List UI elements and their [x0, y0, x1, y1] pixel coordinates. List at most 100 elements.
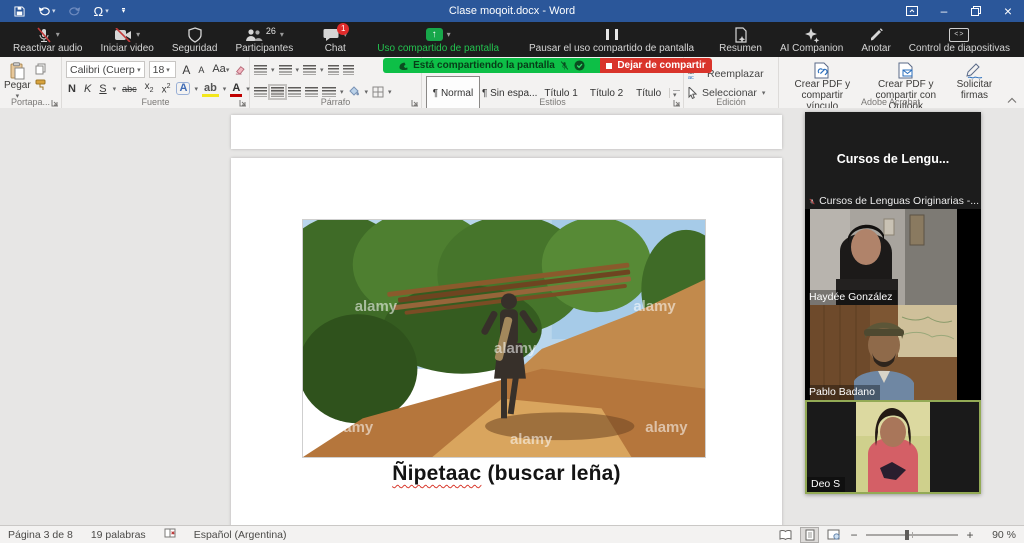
screen-share-title: Cursos de Lengu... — [805, 152, 981, 166]
video-tile-deo-active-speaker[interactable]: Deo S — [805, 400, 981, 494]
muted-mic-indicator-icon — [809, 196, 815, 207]
text-effects-button[interactable]: A — [176, 82, 190, 95]
unmute-audio-button[interactable]: ▾ Reactivar audio — [4, 22, 91, 57]
document-page-previous[interactable] — [231, 115, 782, 149]
apps-button[interactable]: ▾ Aplicaciones — [1019, 22, 1024, 57]
symbol-dropdown[interactable]: ▾ — [105, 8, 109, 15]
underline-button[interactable]: S — [97, 82, 108, 96]
align-center-icon[interactable] — [271, 87, 284, 97]
chat-button[interactable]: ▾ 1 Chat — [307, 22, 363, 57]
proofing-status-button[interactable] — [155, 527, 185, 542]
pause-share-button[interactable]: Pausar el uso compartido de pantalla — [513, 22, 710, 57]
paste-button[interactable]: Pegar ▾ — [4, 59, 31, 102]
participants-chevron[interactable]: ▾ — [280, 30, 284, 39]
slide-control-button[interactable]: <> Control de diapositivas — [900, 22, 1019, 57]
borders-icon[interactable] — [372, 86, 384, 98]
video-tile-haydee[interactable]: Haydée González — [805, 209, 981, 305]
font-dialog-launcher[interactable] — [239, 99, 247, 107]
participants-button[interactable]: 26 ▾ Participantes — [226, 22, 307, 57]
styles-dialog-launcher[interactable] — [673, 99, 681, 107]
minimize-button[interactable]: – — [928, 0, 960, 22]
watermark: alamy — [510, 432, 553, 448]
redo-button[interactable] — [69, 6, 81, 17]
numbered-list-icon[interactable] — [279, 65, 292, 75]
video-options-chevron[interactable]: ▾ — [136, 30, 140, 39]
highlight-button[interactable]: ab — [202, 83, 219, 94]
language-indicator[interactable]: Español (Argentina) — [185, 529, 296, 541]
annotate-button[interactable]: Anotar — [852, 22, 899, 57]
format-painter-icon[interactable] — [35, 79, 48, 91]
clear-formatting-icon[interactable] — [235, 64, 246, 76]
document-canvas[interactable]: alamy alamy alamy alamy alamy alamy Ñipe… — [0, 108, 1024, 526]
zoom-slider-thumb[interactable] — [905, 530, 909, 540]
omega-icon: Ω — [94, 5, 104, 18]
font-size-select[interactable]: 18▾ — [149, 61, 177, 78]
increase-indent-icon[interactable] — [343, 65, 354, 75]
security-button[interactable]: Seguridad — [163, 22, 227, 57]
slide-control-icon: <> — [949, 28, 969, 42]
align-left-icon[interactable] — [254, 87, 267, 97]
save-button[interactable] — [14, 6, 25, 17]
highlight-dropdown[interactable]: ▾ — [223, 85, 227, 93]
select-dropdown[interactable]: ▾ — [762, 89, 766, 97]
word-count[interactable]: 19 palabras — [82, 529, 155, 541]
web-layout-button[interactable] — [825, 528, 842, 542]
font-color-button[interactable]: A — [230, 83, 242, 94]
clipboard-dialog-launcher[interactable] — [51, 99, 59, 107]
customize-qat-button[interactable]: ▾ — [122, 8, 126, 15]
svg-text:ac: ac — [688, 75, 694, 79]
ai-companion-button[interactable]: AI Companion — [771, 22, 852, 57]
caption-rest[interactable]: (buscar leña) — [487, 462, 620, 485]
undo-dropdown[interactable]: ▾ — [52, 8, 56, 15]
video-tile-pablo[interactable]: Pablo Badano — [805, 305, 981, 400]
zoom-percentage[interactable]: 90 % — [982, 529, 1016, 541]
symbol-button[interactable]: Ω ▾ — [94, 5, 109, 18]
shading-icon[interactable] — [348, 86, 361, 98]
zoom-in-button[interactable]: + — [965, 528, 975, 542]
page-indicator[interactable]: Página 3 de 8 — [8, 529, 82, 541]
change-case-button[interactable]: Aa▾ — [210, 62, 231, 78]
start-video-button[interactable]: ▾ Iniciar video — [91, 22, 162, 57]
shrink-font-button[interactable]: A — [196, 63, 206, 77]
strikethrough-button[interactable]: abc — [120, 82, 139, 96]
screen-share-preview-tile[interactable]: Cursos de Lengu... Cursos de Lenguas Ori… — [805, 112, 981, 209]
bullet-list-icon[interactable] — [254, 65, 267, 75]
bold-button[interactable]: N — [66, 82, 78, 96]
summary-button[interactable]: Resumen — [710, 22, 771, 57]
underline-dropdown[interactable]: ▾ — [113, 85, 117, 93]
caption-misspelled-word[interactable]: Ñipetaac — [392, 462, 481, 485]
align-right-icon[interactable] — [288, 87, 301, 97]
superscript-button[interactable]: x2 — [160, 80, 173, 97]
document-photo[interactable]: alamy alamy alamy alamy alamy alamy — [302, 219, 706, 458]
document-caption[interactable]: Ñipetaac (buscar leña) — [231, 462, 782, 486]
paragraph-dialog-launcher[interactable] — [411, 99, 419, 107]
decrease-indent-icon[interactable] — [328, 65, 339, 75]
copy-icon[interactable] — [35, 63, 47, 75]
ribbon-display-options-button[interactable] — [896, 0, 928, 22]
subscript-button[interactable]: x2 — [143, 80, 156, 98]
sharing-status: Está compartiendo la pantalla — [383, 58, 600, 73]
share-screen-button[interactable]: ↑ ▾ Uso compartido de pantalla — [363, 22, 513, 57]
close-button[interactable]: × — [992, 0, 1024, 22]
document-page[interactable]: alamy alamy alamy alamy alamy alamy Ñipe… — [231, 158, 782, 526]
grow-font-button[interactable]: A — [180, 63, 192, 77]
audio-options-chevron[interactable]: ▾ — [56, 30, 60, 39]
shield-icon — [188, 27, 202, 43]
clipboard-group: Pegar ▾ Portapa... — [0, 57, 62, 108]
acrobat-group: Crear PDF y compartir vínculo Crear PDF … — [779, 57, 1002, 108]
font-family-select[interactable]: Calibri (Cuerpo▾ — [66, 61, 145, 78]
italic-button[interactable]: K — [82, 82, 93, 96]
multilevel-list-icon[interactable] — [303, 65, 316, 75]
undo-button[interactable]: ▾ — [38, 6, 56, 17]
line-spacing-icon[interactable] — [322, 87, 336, 97]
zoom-slider[interactable] — [866, 534, 958, 536]
share-screen-chevron[interactable]: ▾ — [447, 30, 451, 39]
print-layout-button[interactable] — [801, 528, 818, 542]
stop-share-button[interactable]: Dejar de compartir — [600, 58, 712, 73]
word-titlebar: Clase moqoit.docx - Word ▾ Ω ▾ ▾ – × — [0, 0, 1024, 22]
collapse-ribbon-chevron[interactable] — [1007, 97, 1017, 104]
restore-button[interactable] — [960, 0, 992, 22]
zoom-out-button[interactable]: − — [849, 528, 859, 542]
justify-icon[interactable] — [305, 87, 318, 97]
read-mode-button[interactable] — [777, 528, 794, 542]
